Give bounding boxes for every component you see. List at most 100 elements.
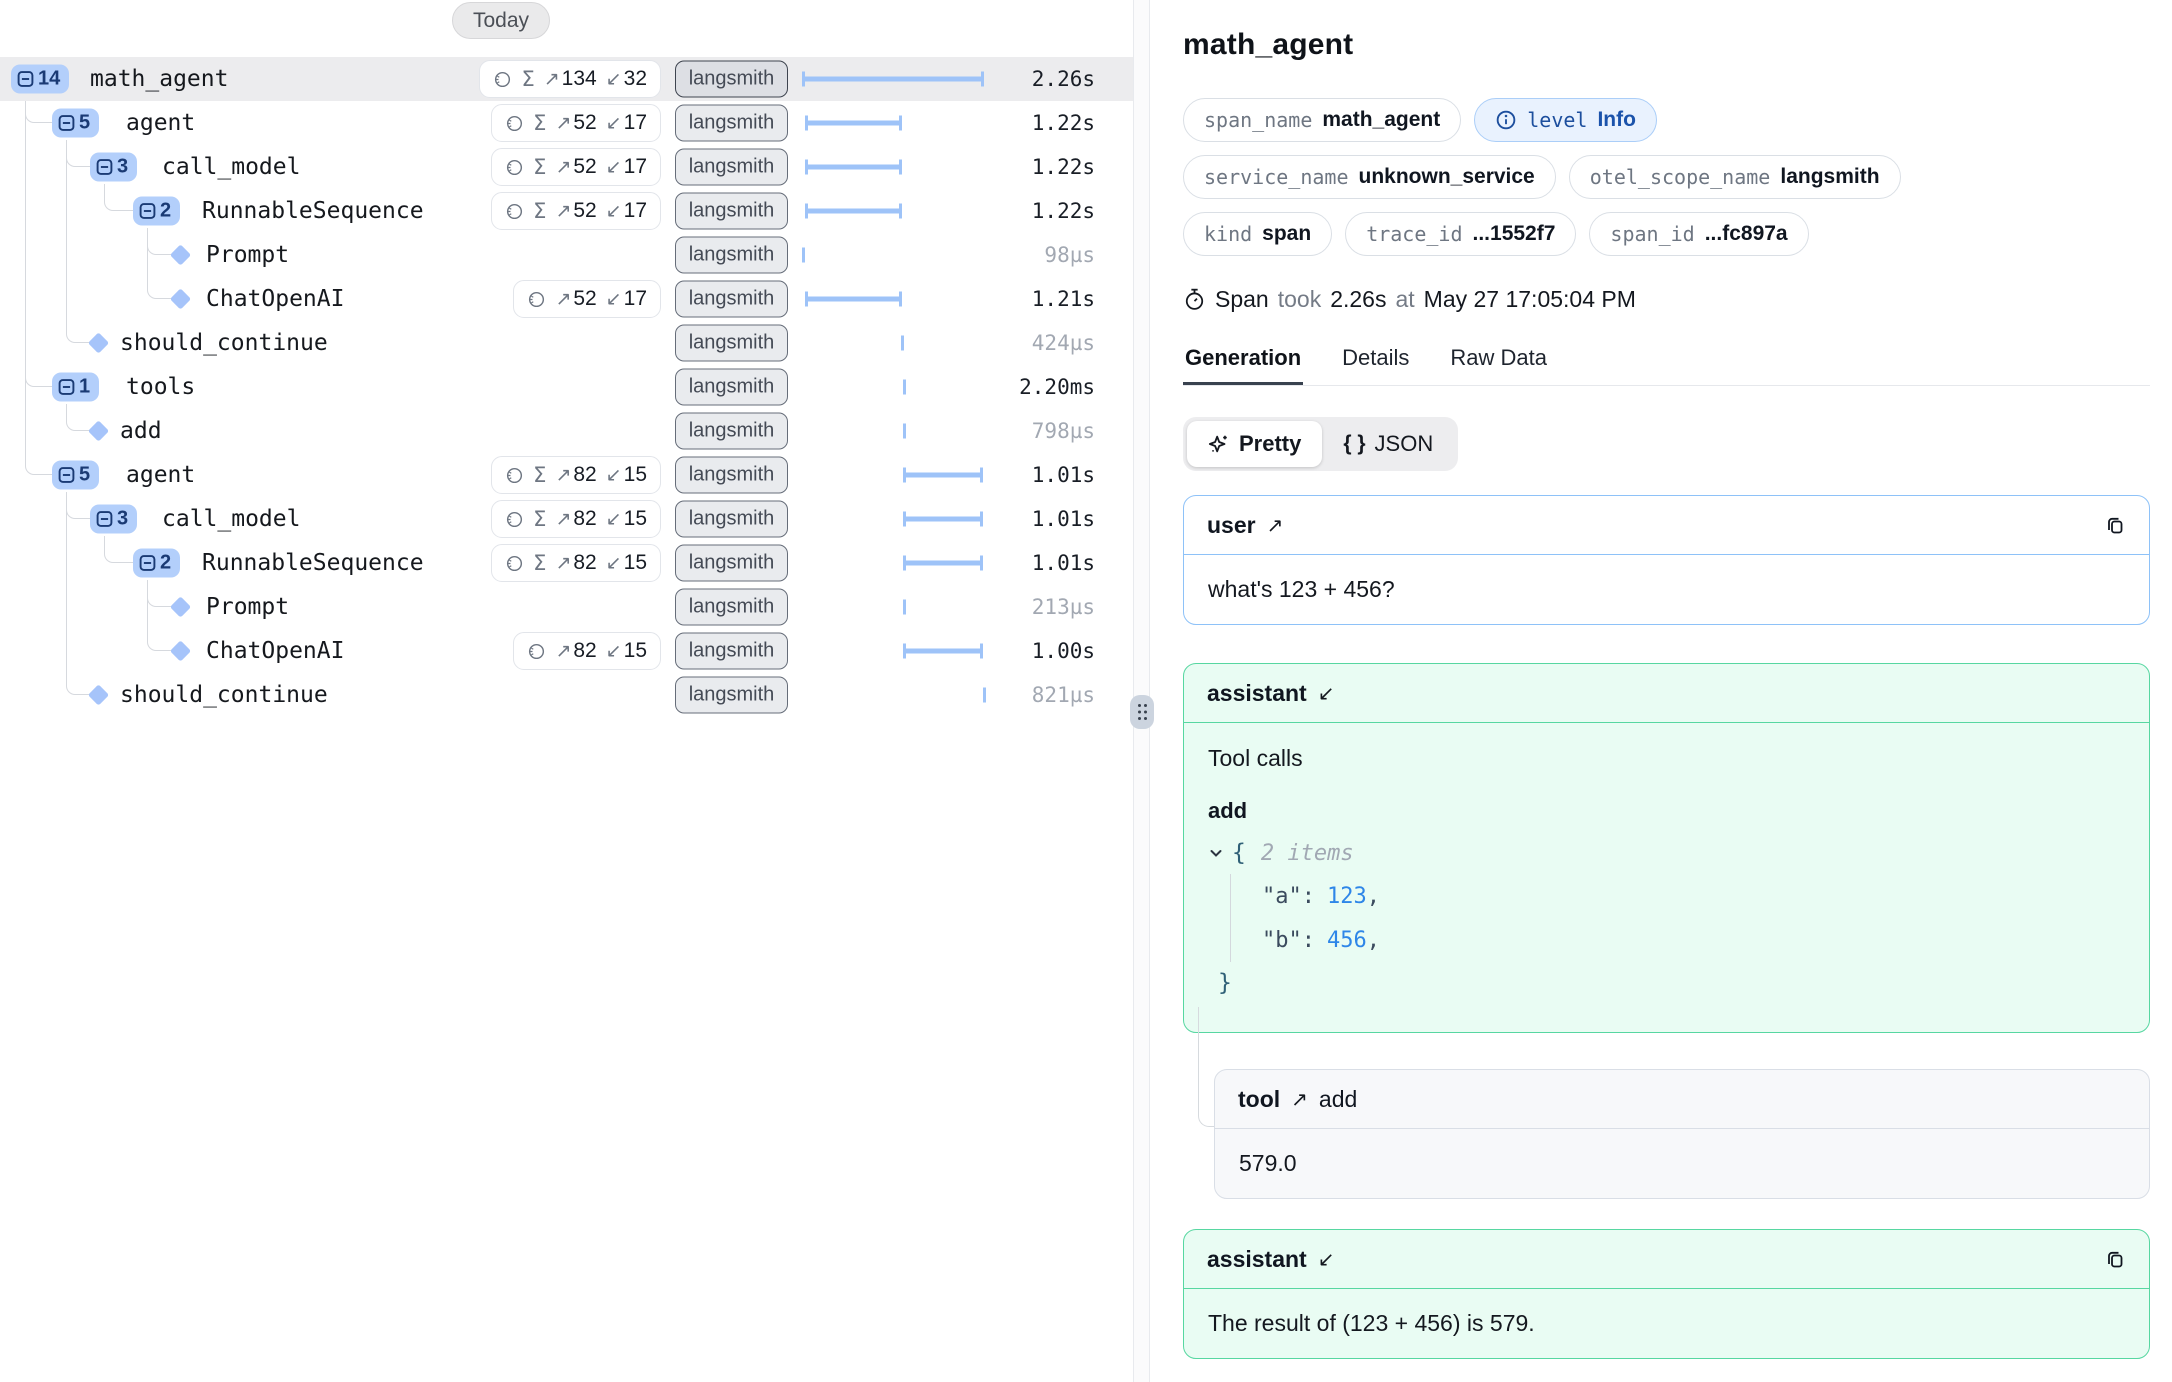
json-toggle[interactable]: { } JSON	[1322, 421, 1454, 467]
arrow-down-left-icon: ↙	[606, 68, 622, 90]
collapse-badge[interactable]: 3	[90, 505, 137, 534]
langsmith-tag[interactable]: langsmith	[675, 501, 788, 538]
tree-row-call_model[interactable]: 3call_modelΣ↗52↙17langsmith1.22s	[0, 145, 1133, 189]
span-id-pill[interactable]: span_id ...fc897a	[1589, 212, 1808, 256]
duration-label: 1.01s	[1032, 507, 1095, 531]
tool-result-header: tool ↗ add	[1215, 1070, 2149, 1129]
sparkles-icon	[1208, 433, 1230, 455]
chevron-down-icon[interactable]	[1208, 845, 1224, 861]
tab-raw-data[interactable]: Raw Data	[1448, 339, 1549, 385]
tree-row-tools[interactable]: 1toolslangsmith2.20ms	[0, 365, 1133, 409]
user-message-header: user ↗	[1184, 496, 2149, 555]
minus-square-icon	[58, 115, 75, 132]
tree-row-call_model[interactable]: 3call_modelΣ↗82↙15langsmith1.01s	[0, 497, 1133, 541]
assistant-toolcall-header: assistant ↙	[1184, 664, 2149, 723]
minus-square-icon	[96, 511, 113, 528]
duration-bar	[903, 600, 906, 615]
langsmith-tag[interactable]: langsmith	[675, 281, 788, 318]
tool-result-card: tool ↗ add 579.0	[1214, 1069, 2150, 1199]
open-brace: {	[1232, 840, 1246, 866]
collapse-badge[interactable]: 5	[52, 109, 99, 138]
duration-label: 424µs	[1032, 331, 1095, 355]
copy-button[interactable]	[2104, 514, 2126, 536]
attr-value: math_agent	[1322, 108, 1440, 132]
tree-row-should_continue[interactable]: should_continuelangsmith821µs	[0, 673, 1133, 717]
langsmith-tag[interactable]: langsmith	[675, 105, 788, 142]
arrow-down-left-icon: ↙	[606, 640, 622, 662]
items-summary: 2 items	[1261, 841, 1354, 866]
span-label: should_continue	[120, 682, 328, 708]
collapse-badge[interactable]: 2	[133, 197, 180, 226]
langsmith-tag[interactable]: langsmith	[675, 413, 788, 450]
trace-id-pill[interactable]: trace_id ...1552f7	[1345, 212, 1576, 256]
collapse-badge[interactable]: 3	[90, 153, 137, 182]
sigma-icon: Σ	[521, 67, 534, 91]
attr-value: ...1552f7	[1473, 222, 1556, 246]
tree-row-agent[interactable]: 5agentΣ↗82↙15langsmith1.01s	[0, 453, 1133, 497]
langsmith-tag[interactable]: langsmith	[675, 589, 788, 626]
tree-row-should_continue[interactable]: should_continuelangsmith424µs	[0, 321, 1133, 365]
view-format-toggle: Pretty { } JSON	[1183, 417, 1458, 471]
span-timestamp: May 27 17:05:04 PM	[1424, 286, 1636, 313]
tree-row-Prompt[interactable]: Promptlangsmith213µs	[0, 585, 1133, 629]
tool-call-name: add	[1208, 798, 2125, 824]
arrow-up-right-icon: ↗	[555, 200, 571, 222]
pretty-toggle[interactable]: Pretty	[1187, 421, 1322, 467]
collapse-badge[interactable]: 1	[52, 373, 99, 402]
duration-bar	[802, 77, 984, 82]
langsmith-tag[interactable]: langsmith	[675, 369, 788, 406]
coin-icon	[505, 158, 524, 177]
tree-row-RunnableSequence[interactable]: 2RunnableSequenceΣ↗82↙15langsmith1.01s	[0, 541, 1133, 585]
stopwatch-icon	[1183, 288, 1206, 311]
arrow-up-right-icon: ↗	[555, 288, 571, 310]
meta-word: at	[1395, 286, 1414, 313]
tab-generation[interactable]: Generation	[1183, 339, 1303, 385]
arrow-down-left-icon: ↙	[606, 464, 622, 486]
diamond-icon	[170, 596, 191, 617]
arrow-down-left-icon: ↙	[1318, 681, 1335, 705]
child-count: 2	[160, 552, 171, 575]
tool-name-label: add	[1319, 1086, 1357, 1113]
span-label: call_model	[162, 506, 300, 532]
tree-row-agent[interactable]: 5agentΣ↗52↙17langsmith1.22s	[0, 101, 1133, 145]
tree-row-Prompt[interactable]: Promptlangsmith98µs	[0, 233, 1133, 277]
langsmith-tag[interactable]: langsmith	[675, 545, 788, 582]
tree-row-RunnableSequence[interactable]: 2RunnableSequenceΣ↗52↙17langsmith1.22s	[0, 189, 1133, 233]
tree-row-ChatOpenAI[interactable]: ChatOpenAI↗52↙17langsmith1.21s	[0, 277, 1133, 321]
assistant-final-text: The result of (123 + 456) is 579.	[1184, 1289, 2149, 1358]
token-stats-pill: Σ↗82↙15	[491, 544, 661, 582]
langsmith-tag[interactable]: langsmith	[675, 325, 788, 362]
langsmith-tag[interactable]: langsmith	[675, 149, 788, 186]
span-label: call_model	[162, 154, 300, 180]
span-name-pill[interactable]: span_name math_agent	[1183, 98, 1461, 142]
span-label: agent	[126, 110, 195, 136]
collapse-badge[interactable]: 5	[52, 461, 99, 490]
langsmith-tag[interactable]: langsmith	[675, 633, 788, 670]
langsmith-tag[interactable]: langsmith	[675, 457, 788, 494]
otel-scope-pill[interactable]: otel_scope_name langsmith	[1569, 155, 1901, 199]
coin-icon	[505, 114, 524, 133]
attr-value: Info	[1597, 108, 1635, 132]
tab-details[interactable]: Details	[1340, 339, 1411, 385]
span-label: add	[120, 418, 162, 444]
assistant-toolcall-card: assistant ↙ Tool calls add { 2 items "a"…	[1183, 663, 2150, 1033]
span-label: RunnableSequence	[202, 198, 424, 224]
tree-row-ChatOpenAI[interactable]: ChatOpenAI↗82↙15langsmith1.00s	[0, 629, 1133, 673]
token-stats-pill: Σ↗52↙17	[491, 104, 661, 142]
langsmith-tag[interactable]: langsmith	[675, 677, 788, 714]
collapse-badge[interactable]: 14	[11, 65, 69, 94]
level-pill[interactable]: level Info	[1474, 98, 1657, 142]
langsmith-tag[interactable]: langsmith	[675, 61, 788, 98]
child-count: 14	[38, 68, 60, 91]
kind-pill[interactable]: kind span	[1183, 212, 1332, 256]
service-name-pill[interactable]: service_name unknown_service	[1183, 155, 1556, 199]
tree-row-add[interactable]: addlangsmith798µs	[0, 409, 1133, 453]
collapse-badge[interactable]: 2	[133, 549, 180, 578]
date-filter-pill[interactable]: Today	[452, 2, 550, 39]
copy-button[interactable]	[2104, 1248, 2126, 1270]
tree-row-math_agent[interactable]: 14math_agentΣ↗134↙32langsmith2.26s	[0, 57, 1133, 101]
span-label: Prompt	[206, 242, 289, 268]
langsmith-tag[interactable]: langsmith	[675, 237, 788, 274]
diamond-icon	[170, 244, 191, 265]
langsmith-tag[interactable]: langsmith	[675, 193, 788, 230]
